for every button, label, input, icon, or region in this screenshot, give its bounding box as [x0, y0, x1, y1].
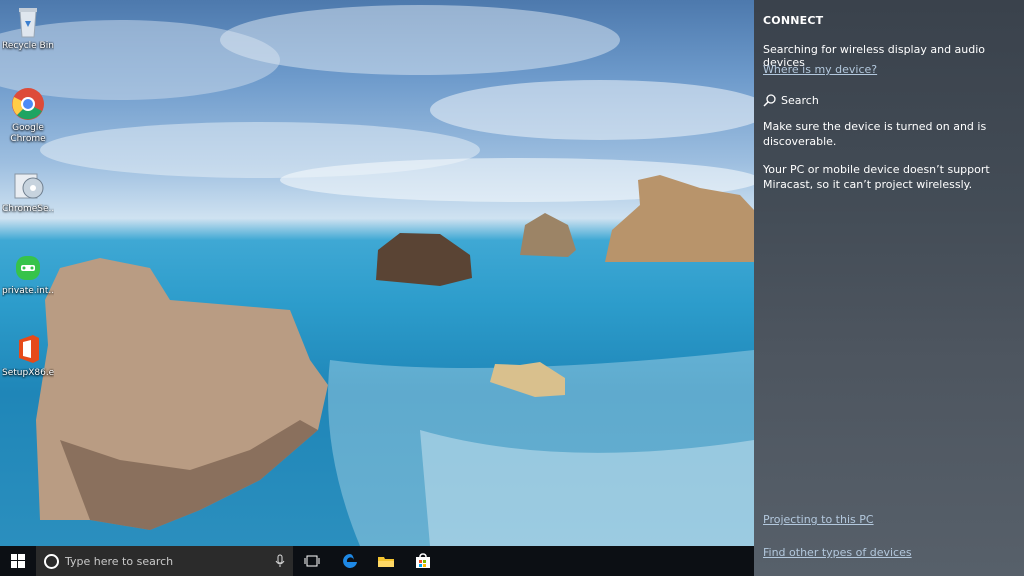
search-label: Search [781, 94, 819, 107]
office-setup-icon [11, 332, 45, 366]
projecting-to-this-pc-link[interactable]: Projecting to this PC [763, 513, 1010, 526]
chrome-setup-icon [11, 168, 45, 202]
search-devices-button[interactable]: Search [763, 94, 1010, 107]
desktop-icon-label: Google Chrome [10, 123, 46, 144]
recycle-bin-icon [11, 5, 45, 39]
taskbar-search-box[interactable]: Type here to search [36, 546, 293, 576]
taskbar: Type here to search [0, 546, 754, 576]
desktop-icon-label: private.int... [2, 286, 54, 296]
miracast-unsupported-text: Your PC or mobile device doesn’t support… [763, 163, 990, 191]
desktop-wallpaper: Recycle Bin Google Chrome ChromeSe... pr… [0, 0, 754, 546]
start-button[interactable] [0, 546, 36, 576]
desktop-icon-office-setup[interactable]: SetupX86.e... [2, 332, 54, 379]
edge-button[interactable] [335, 546, 365, 576]
private-internet-access-icon [11, 250, 45, 284]
desktop-icon-private-internet-access[interactable]: private.int... [2, 250, 54, 297]
desktop-icon-google-chrome[interactable]: Google Chrome [2, 87, 54, 145]
task-view-button[interactable] [297, 546, 327, 576]
file-explorer-icon [378, 557, 394, 567]
windows-start-icon [11, 554, 25, 568]
search-icon [763, 94, 776, 107]
file-explorer-button[interactable] [371, 546, 401, 576]
desktop-icon-recycle-bin[interactable]: Recycle Bin [2, 5, 54, 52]
wallpaper-image [0, 5, 754, 546]
connect-panel: CONNECT Searching for wireless display a… [754, 0, 1024, 576]
where-is-my-device-link[interactable]: Where is my device? [763, 63, 1010, 76]
make-sure-text: Make sure the device is turned on and is… [763, 120, 987, 148]
find-other-devices-link[interactable]: Find other types of devices [763, 546, 1010, 559]
desktop-icon-label: SetupX86.e... [2, 368, 54, 378]
chrome-icon [11, 87, 45, 121]
task-view-icon [304, 555, 320, 567]
desktop-icon-chrome-setup[interactable]: ChromeSe... [2, 168, 54, 215]
microphone-icon[interactable] [275, 554, 285, 568]
edge-icon [343, 554, 357, 568]
search-placeholder: Type here to search [65, 554, 174, 568]
store-button[interactable] [408, 546, 438, 576]
panel-title: CONNECT [763, 14, 824, 27]
store-icon [416, 553, 430, 568]
desktop-icon-label: Recycle Bin [2, 41, 54, 51]
cortana-icon [44, 553, 59, 569]
desktop-icon-label: ChromeSe... [2, 204, 54, 214]
